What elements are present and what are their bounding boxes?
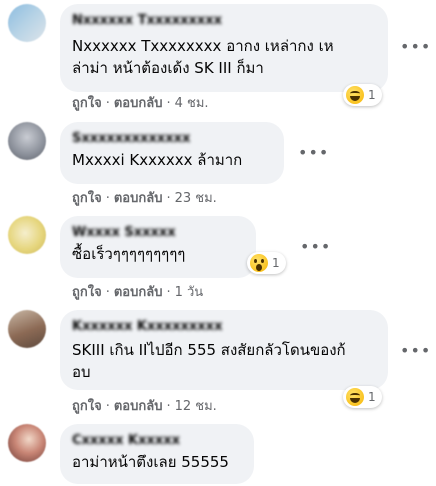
timestamp[interactable]: 23 ชม. xyxy=(175,191,217,206)
reaction-badge[interactable]: 1 xyxy=(247,252,286,274)
commenter-name[interactable]: Nxxxxxx Txxxxxxxxx xyxy=(72,12,376,30)
comment-text-line: Nxxxxxx Txxxxxxxx อากง เหล่ากง เห xyxy=(72,37,334,55)
comment-text-line: ซื้อเร็วๆๆๆๆๆๆๆๆๆ xyxy=(72,245,186,263)
comment-text: ซื้อเร็วๆๆๆๆๆๆๆๆๆ xyxy=(72,243,244,265)
wow-emoji-icon xyxy=(250,254,268,272)
reaction-count: 1 xyxy=(272,256,280,270)
avatar[interactable] xyxy=(8,122,46,160)
comment-actions: ถูกใจ · ตอบกลับ · 12 ชม. xyxy=(72,399,217,414)
comment-text: Mxxxxi Kxxxxxx ล้ามาก xyxy=(72,149,272,171)
comment-bubble: Cxxxxx Kxxxxx อาม่าหน้าตึงเลย 55555 xyxy=(60,424,254,484)
comment-text-line: อาม่าหน้าตึงเลย 55555 xyxy=(72,453,229,471)
reaction-badge[interactable]: 1 xyxy=(343,84,382,106)
commenter-name[interactable]: Sxxxxxxxxxxxxx xyxy=(72,130,272,148)
comment-text: SKIII เกิน IIไปอีก 555 สงสัยกลัวโดนของก้… xyxy=(72,339,376,383)
timestamp[interactable]: 12 ชม. xyxy=(175,399,217,414)
like-link[interactable]: ถูกใจ xyxy=(72,96,102,111)
avatar[interactable] xyxy=(8,4,46,42)
comment-bubble: Sxxxxxxxxxxxxx Mxxxxi Kxxxxxx ล้ามาก xyxy=(60,122,284,184)
comment-text-line: ล่าม่า หน้าต้องเด้ง SK III ก็มา xyxy=(72,59,264,77)
comment-actions: ถูกใจ · ตอบกลับ · 23 ชม. xyxy=(72,191,217,206)
reaction-badge[interactable]: 1 xyxy=(343,386,382,408)
comment-text-line: SKIII เกิน IIไปอีก 555 สงสัยกลัวโดนของก้ xyxy=(72,341,346,359)
reply-link[interactable]: ตอบกลับ xyxy=(114,191,163,206)
more-options-icon[interactable]: ••• xyxy=(298,144,328,166)
avatar[interactable] xyxy=(8,424,46,462)
reaction-count: 1 xyxy=(368,390,376,404)
timestamp[interactable]: 1 วัน xyxy=(175,285,204,300)
reply-link[interactable]: ตอบกลับ xyxy=(114,399,163,414)
laugh-emoji-icon xyxy=(346,388,364,406)
avatar[interactable] xyxy=(8,216,46,254)
commenter-name[interactable]: Cxxxxx Kxxxxx xyxy=(72,432,242,450)
like-link[interactable]: ถูกใจ xyxy=(72,399,102,414)
comment-bubble: Nxxxxxx Txxxxxxxxx Nxxxxxx Txxxxxxxx อาก… xyxy=(60,4,388,92)
comment-text: Nxxxxxx Txxxxxxxx อากง เหล่ากง เห ล่าม่า… xyxy=(72,35,376,79)
more-options-icon[interactable]: ••• xyxy=(300,238,330,260)
commenter-name[interactable]: Wxxxx Sxxxxx xyxy=(72,224,244,242)
reaction-count: 1 xyxy=(368,88,376,102)
laugh-emoji-icon xyxy=(346,86,364,104)
like-link[interactable]: ถูกใจ xyxy=(72,285,102,300)
reply-link[interactable]: ตอบกลับ xyxy=(114,96,163,111)
more-options-icon[interactable]: ••• xyxy=(400,342,430,364)
avatar[interactable] xyxy=(8,310,46,348)
reply-link[interactable]: ตอบกลับ xyxy=(114,285,163,300)
comment-text-line: อบ xyxy=(72,363,91,381)
comment-actions: ถูกใจ · ตอบกลับ · 4 ชม. xyxy=(72,96,209,111)
comment-bubble: Wxxxx Sxxxxx ซื้อเร็วๆๆๆๆๆๆๆๆๆ xyxy=(60,216,256,278)
comment-text: อาม่าหน้าตึงเลย 55555 xyxy=(72,451,242,473)
comment-actions: ถูกใจ · ตอบกลับ · 1 วัน xyxy=(72,285,204,300)
commenter-name[interactable]: Kxxxxxx Kxxxxxxxxx xyxy=(72,318,376,336)
timestamp[interactable]: 4 ชม. xyxy=(175,96,209,111)
more-options-icon[interactable]: ••• xyxy=(400,38,430,60)
comment-text-line: Mxxxxi Kxxxxxx ล้ามาก xyxy=(72,151,243,169)
like-link[interactable]: ถูกใจ xyxy=(72,191,102,206)
comment-bubble: Kxxxxxx Kxxxxxxxxx SKIII เกิน IIไปอีก 55… xyxy=(60,310,388,390)
